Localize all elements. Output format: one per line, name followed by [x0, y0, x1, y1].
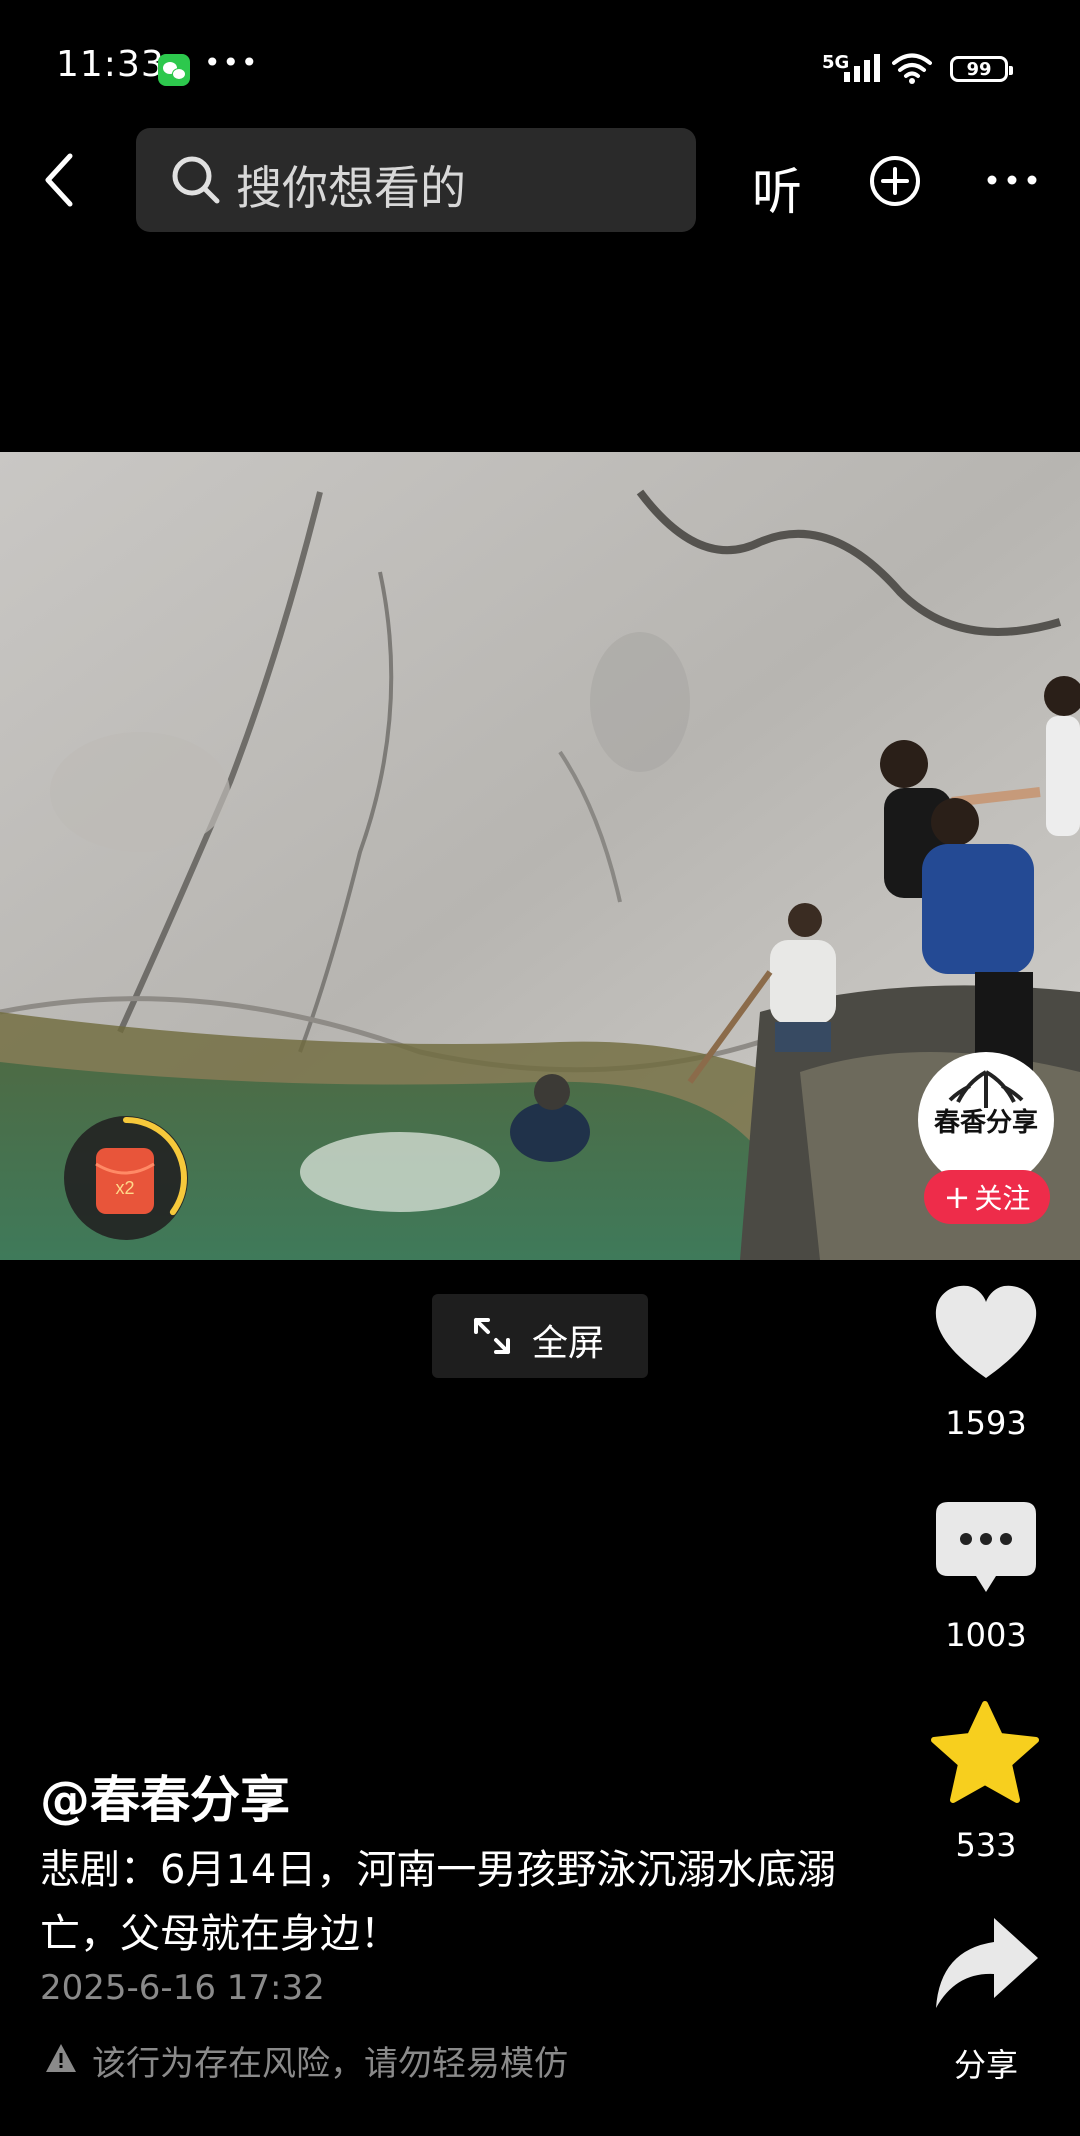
author-name[interactable]: @春春分享: [40, 1760, 290, 1832]
red-packet-timer[interactable]: x2: [60, 1112, 192, 1244]
share-label: 分享: [953, 2046, 1018, 2084]
more-icon[interactable]: [984, 160, 1040, 200]
follow-label: 关注: [974, 1182, 1031, 1215]
listen-button[interactable]: 听: [752, 152, 802, 224]
favorite-count: 533: [955, 1826, 1017, 1864]
warning-icon: [46, 2044, 76, 2072]
risk-warning: 该行为存在风险，请勿轻易模仿: [92, 2044, 568, 2084]
comment-icon[interactable]: [934, 1500, 1038, 1596]
red-packet-label: x2: [115, 1178, 134, 1198]
follow-button[interactable]: + 关注: [924, 1170, 1050, 1224]
battery-icon: 99: [950, 56, 1013, 82]
like-count: 1593: [945, 1404, 1027, 1442]
search-placeholder[interactable]: 搜你想看的: [236, 152, 466, 218]
add-circle-icon[interactable]: [868, 154, 922, 208]
share-icon[interactable]: [930, 1914, 1042, 2014]
fullscreen-button[interactable]: 全屏: [432, 1294, 648, 1378]
post-date: 2025-6-16 17:32: [40, 1968, 325, 2008]
more-dots-icon: •••: [204, 46, 260, 79]
signal-icon: [844, 54, 880, 82]
post-description: 悲剧：6月14日，河南一男孩野泳沉溺水底溺亡，父母就在身边！: [40, 1847, 837, 1957]
wechat-icon: [158, 54, 190, 86]
follow-plus-icon: +: [943, 1178, 971, 1216]
like-icon[interactable]: [932, 1282, 1040, 1382]
search-icon: [172, 156, 220, 204]
favorite-star-icon[interactable]: [930, 1700, 1040, 1804]
wifi-icon: [892, 53, 932, 84]
status-time: 11:33: [56, 44, 165, 85]
back-icon[interactable]: [40, 150, 80, 210]
author-avatar[interactable]: 春香分享: [918, 1052, 1054, 1188]
fullscreen-label: 全屏: [532, 1323, 605, 1364]
fullscreen-icon: [474, 1318, 510, 1354]
avatar-text: 春香分享: [933, 1108, 1038, 1138]
comment-count: 1003: [945, 1616, 1027, 1654]
